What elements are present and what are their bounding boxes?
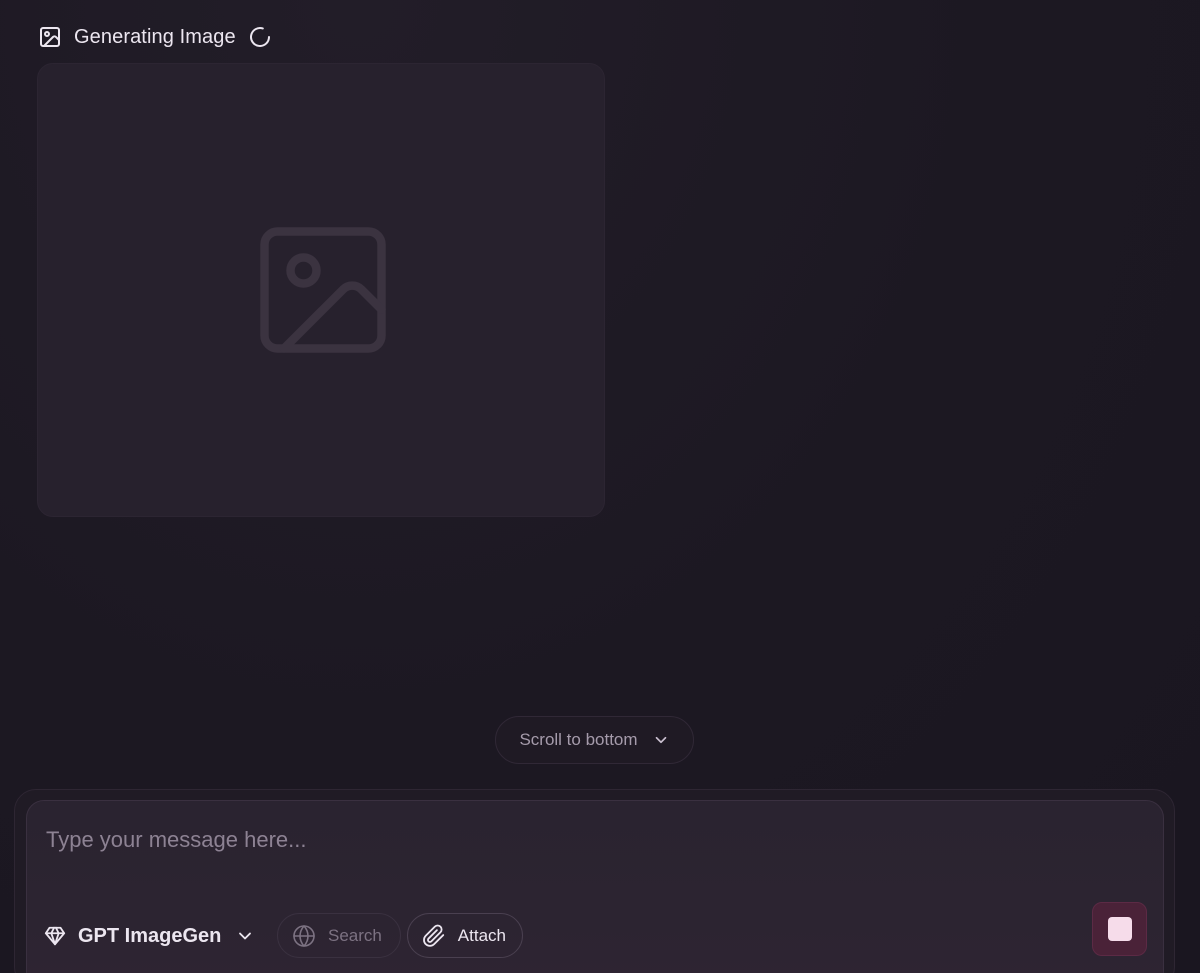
chevron-down-icon [239,932,252,940]
chat-page: Generating Image Scroll to bottom GPT Im… [0,0,1200,973]
attach-label: Attach [457,925,506,945]
attach-button[interactable]: Attach [407,913,523,958]
scroll-to-bottom-button[interactable]: Scroll to bottom [495,716,694,764]
stop-icon [1107,917,1132,941]
gem-icon [44,926,66,946]
model-selector-label: GPT ImageGen [78,924,222,947]
image-placeholder-card [37,63,605,517]
message-input[interactable] [46,822,1136,858]
scroll-to-bottom-label: Scroll to bottom [519,730,638,749]
search-toggle-button[interactable]: Search [277,913,401,958]
model-selector[interactable]: GPT ImageGen [44,918,255,954]
generation-status: Generating Image [38,24,272,50]
image-placeholder-icon [260,227,386,353]
search-toggle-label: Search [328,925,382,945]
chevron-down-icon [655,736,666,744]
paperclip-icon [423,924,445,947]
stop-generation-button[interactable] [1092,902,1147,956]
generation-status-label: Generating Image [74,25,236,48]
image-icon [40,27,60,47]
loading-spinner-icon [249,27,270,47]
globe-icon [293,924,315,947]
